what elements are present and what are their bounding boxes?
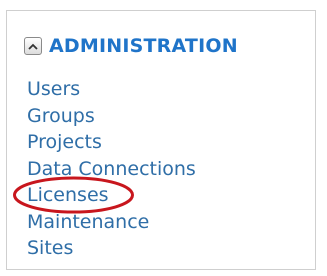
nav-item-sites: Sites <box>27 235 196 262</box>
nav-link-users[interactable]: Users <box>27 78 80 100</box>
nav-link-projects[interactable]: Projects <box>27 131 102 153</box>
nav-link-sites[interactable]: Sites <box>27 237 73 259</box>
nav-item-groups: Groups <box>27 103 196 130</box>
nav-item-data-connections: Data Connections <box>27 156 196 183</box>
admin-section-header: ADMINISTRATION <box>24 34 238 58</box>
admin-nav-list: Users Groups Projects Data Connections L… <box>27 76 196 262</box>
nav-link-data-connections[interactable]: Data Connections <box>27 158 196 180</box>
nav-link-licenses[interactable]: Licenses <box>27 184 109 206</box>
nav-link-maintenance[interactable]: Maintenance <box>27 211 149 233</box>
nav-item-users: Users <box>27 76 196 103</box>
nav-item-maintenance: Maintenance <box>27 209 196 236</box>
nav-link-groups[interactable]: Groups <box>27 105 95 127</box>
chevron-up-icon <box>28 43 38 50</box>
nav-item-projects: Projects <box>27 129 196 156</box>
section-title: ADMINISTRATION <box>49 35 238 57</box>
nav-item-licenses: Licenses <box>27 182 196 209</box>
collapse-toggle-button[interactable] <box>24 37 42 55</box>
